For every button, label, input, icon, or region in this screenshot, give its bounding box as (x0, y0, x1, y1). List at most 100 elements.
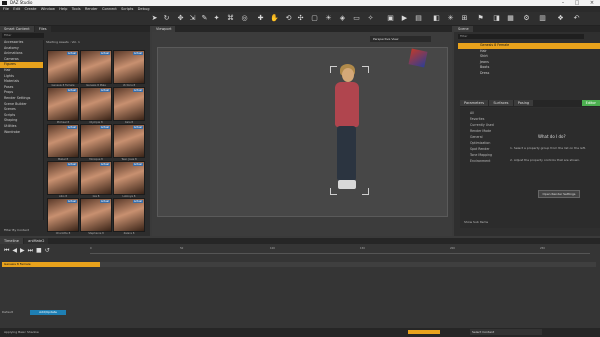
translate-tool-icon[interactable]: ✥ (176, 14, 185, 23)
status-badge: Actual (99, 52, 110, 55)
left-tabstrip: Smart Content Files (0, 26, 150, 32)
pointer-tool-icon[interactable]: ➤ (150, 14, 159, 23)
thumbnail[interactable]: Actual Kala 8 (113, 87, 145, 124)
surface-selection-icon[interactable]: ◎ (240, 14, 249, 23)
thumbnail-label: Zelara 8 (123, 232, 135, 235)
plane-icon[interactable]: ▭ (352, 14, 361, 23)
image-editor-icon[interactable]: ◧ (432, 14, 441, 23)
filter-input[interactable]: Filter (2, 33, 44, 38)
3d-viewport[interactable] (157, 47, 448, 217)
scene-tree: Genesis 8 Female Hair Shirt Jeans Boots … (458, 43, 600, 77)
scene-icon[interactable]: ✳ (446, 14, 455, 23)
thumbnail[interactable]: Actual Teen Josie 8 (113, 124, 145, 161)
tab-animate2[interactable]: aniMate2 (24, 238, 49, 244)
star-icon[interactable]: ✧ (366, 14, 375, 23)
view-cube-icon[interactable] (408, 48, 428, 68)
thumbnail[interactable]: Actual Charlotte 8 (47, 198, 79, 235)
tab-posing[interactable]: Posing (513, 100, 534, 106)
spot-render-icon[interactable]: ✦ (212, 14, 221, 23)
tab-timeline[interactable]: Timeline (0, 238, 23, 244)
figure-torso[interactable] (335, 82, 359, 127)
thumbnail-grid: Actual Genesis 8 Female Actual Genesis 8 M… (45, 46, 148, 236)
frame-icon[interactable]: ▢ (310, 14, 319, 23)
tab-viewport[interactable]: Viewport (152, 26, 176, 32)
camera-rotate-icon[interactable]: ⟲ (284, 14, 293, 23)
grid-icon[interactable]: ⊞ (460, 14, 469, 23)
tab-smart-content[interactable]: Smart Content (0, 26, 34, 32)
scale-tool-icon[interactable]: ⇲ (188, 14, 197, 23)
thumbnail[interactable]: Actual Mabel 8 (47, 124, 79, 161)
thumbnail[interactable]: Actual Olympia 8 (80, 87, 112, 124)
screenshot-icon[interactable]: ◨ (492, 14, 501, 23)
status-bar: Applying Basic Shadow Select Content (0, 328, 600, 337)
thumbnail[interactable]: Actual Stephanie 8 (80, 198, 112, 235)
scene-node[interactable]: Dress (458, 71, 600, 77)
geometry-icon[interactable]: ◈ (338, 14, 347, 23)
tab-surfaces[interactable]: Surfaces (489, 100, 513, 106)
tab-scene[interactable]: Scene (454, 26, 473, 32)
figure-legs[interactable] (337, 126, 356, 181)
bookmark-icon[interactable]: ❖ (556, 14, 565, 23)
add-update-key-button[interactable]: Add/Update (30, 310, 66, 315)
param-group[interactable]: Environment (460, 158, 502, 164)
timeline-ruler[interactable]: 0 50 100 150 200 250 (90, 247, 590, 254)
open-render-settings-button[interactable]: Open Render Settings (538, 190, 580, 198)
camera-icon[interactable]: ▤ (414, 14, 423, 23)
show-sub-items-checkbox[interactable]: Show Sub Items (464, 220, 488, 224)
breadcrumb[interactable]: Starting Assets : Vol. 1 (46, 40, 146, 45)
frame-tick: 50 (180, 247, 184, 250)
light-icon[interactable]: ☀ (324, 14, 333, 23)
tab-editor[interactable]: Editor (581, 100, 600, 106)
frame-tick: 100 (270, 247, 275, 250)
move-view-icon[interactable]: ✣ (296, 14, 305, 23)
thumbnail[interactable]: Actual Gia 8 (80, 161, 112, 198)
node-weight-icon[interactable]: ✎ (200, 14, 209, 23)
status-badge: Actual (66, 126, 77, 129)
thumbnail[interactable]: Actual Latonya 8 (113, 161, 145, 198)
tab-parameters[interactable]: Parameters (460, 100, 489, 106)
render-icon[interactable]: ▶ (400, 14, 409, 23)
thumbnail-label: Charlotte 8 (55, 232, 71, 235)
thumbnail-label: Stephanie 8 (88, 232, 104, 235)
category-item[interactable]: Wardrobe (0, 130, 43, 136)
thumbnail[interactable]: Actual Victoria 8 (113, 50, 145, 87)
timeline-track-lane[interactable] (100, 262, 596, 267)
render-library-icon[interactable]: ▥ (538, 14, 547, 23)
undo-icon[interactable]: ↶ (572, 14, 581, 23)
timeline-track-clip[interactable] (52, 262, 100, 267)
filter-by-context-checkbox[interactable]: Filter By Context (4, 228, 29, 232)
app-logo-icon (2, 1, 7, 5)
status-badge: Actual (132, 126, 143, 129)
timeline-track-label[interactable]: Genesis 8 Female (2, 262, 54, 267)
status-badge: Actual (99, 89, 110, 92)
thumbnail[interactable]: Actual Genesis 8 Male (80, 50, 112, 87)
params-tabstrip: Parameters Surfaces Posing Editor (460, 100, 600, 107)
layout-icon[interactable]: ▦ (506, 14, 515, 23)
render-settings-icon[interactable]: ▣ (386, 14, 395, 23)
region-navigator-icon[interactable]: ⌘ (226, 14, 235, 23)
help-step-1: 1. Select a property group from the list… (510, 146, 586, 150)
figure-head (342, 68, 354, 82)
transport-controls[interactable]: ⏮◀▶⏭■↺ (4, 247, 53, 255)
status-badge: Actual (132, 163, 143, 166)
thumbnail[interactable]: Actual Michael 8 (47, 87, 79, 124)
status-badge: Actual (99, 163, 110, 166)
viewport-tabstrip: Viewport (152, 26, 452, 32)
rotate-tool-icon[interactable]: ↻ (162, 14, 171, 23)
content-select[interactable]: Select Content (470, 329, 542, 335)
thumbnail[interactable]: Actual Monique 8 (80, 124, 112, 161)
joint-editor-icon[interactable]: ✚ (256, 14, 265, 23)
thumbnail[interactable]: Actual Genesis 8 Female (47, 50, 79, 87)
thumbnail[interactable]: Actual Aiko 8 (47, 161, 79, 198)
active-pose-icon[interactable]: ✋ (270, 14, 279, 23)
camera-select[interactable]: Perspective View (370, 36, 431, 42)
status-badge: Actual (66, 52, 77, 55)
frame-tick: 0 (90, 247, 92, 250)
settings-icon[interactable]: ⚙ (522, 14, 531, 23)
thumbnail[interactable]: Actual Zelara 8 (113, 198, 145, 235)
status-badge: Actual (66, 200, 77, 203)
scene-filter-input[interactable]: Filter (458, 34, 584, 39)
tab-files[interactable]: Files (34, 26, 51, 32)
pin-icon[interactable]: ⚑ (476, 14, 485, 23)
status-badge: Actual (132, 200, 143, 203)
